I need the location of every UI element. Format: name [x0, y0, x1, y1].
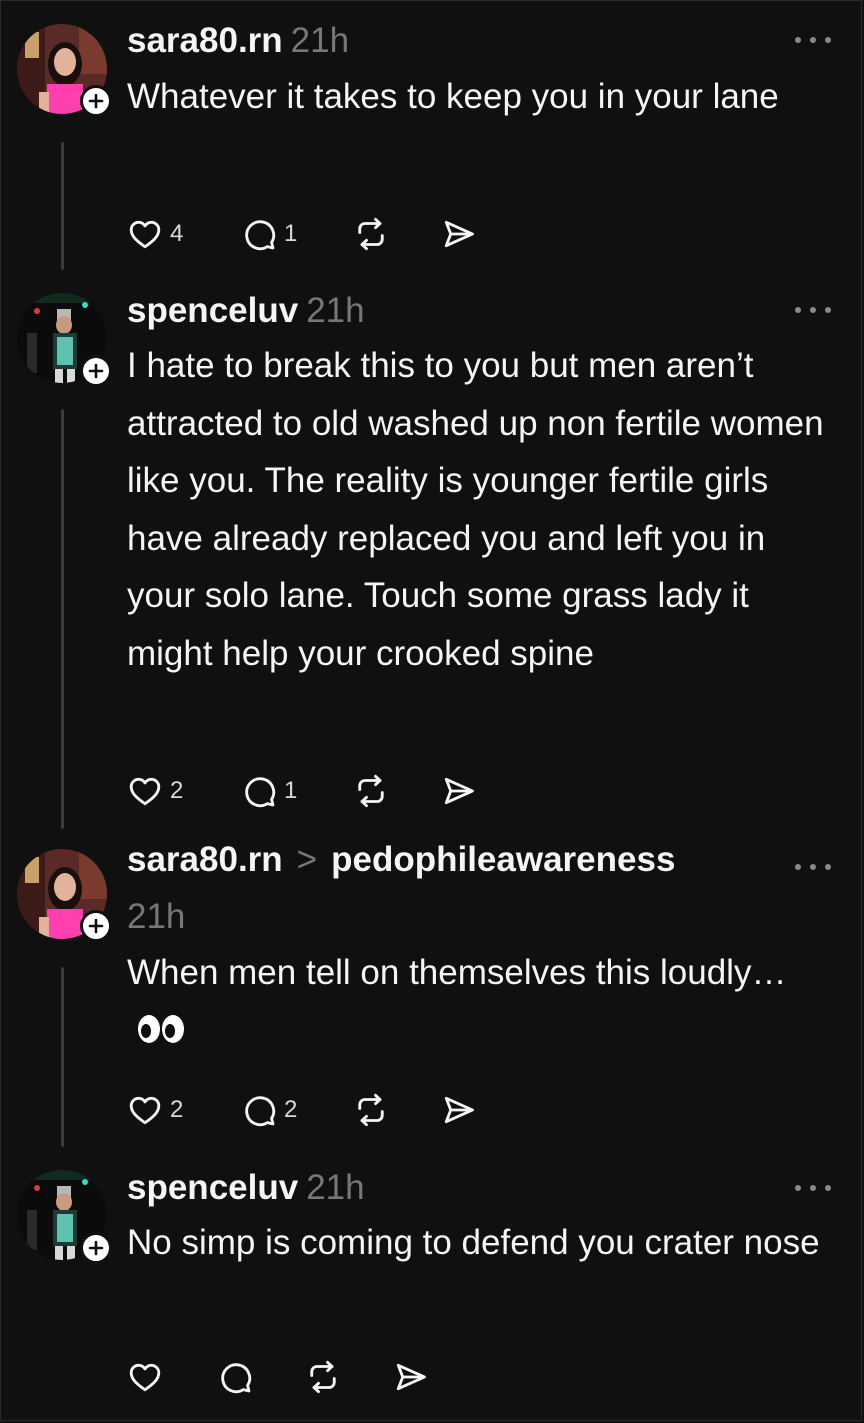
post-text: I hate to break this to you but men aren… [127, 346, 824, 673]
more-options-icon[interactable] [795, 1182, 831, 1194]
comment-icon [245, 220, 276, 251]
like-count: 4 [170, 220, 184, 247]
more-options-icon[interactable] [795, 304, 831, 316]
repost-button[interactable] [304, 1357, 342, 1397]
more-options-icon[interactable] [795, 861, 831, 873]
more-options-icon[interactable] [795, 34, 831, 46]
plus-icon [88, 363, 104, 379]
post-text: Whatever it takes to keep you in your la… [127, 77, 779, 116]
repost-icon [358, 774, 384, 808]
reply-button[interactable]: 1 [240, 214, 297, 254]
plus-icon [88, 1240, 104, 1256]
repost-icon [358, 1093, 384, 1127]
send-icon [444, 777, 474, 805]
like-button[interactable]: 2 [126, 771, 183, 811]
post-text: No simp is coming to defend you crater n… [127, 1223, 820, 1262]
eyes-emoji-icon [137, 1004, 185, 1062]
follow-button[interactable] [80, 85, 112, 117]
username[interactable]: sara80.rn [127, 840, 283, 879]
repost-icon [358, 217, 384, 251]
reply-count: 1 [284, 777, 298, 804]
reply-chevron: > [296, 840, 318, 879]
post-text: When men tell on themselves this loudly… [127, 944, 827, 1061]
reply-to-username[interactable]: pedophileawareness [331, 840, 675, 879]
share-button[interactable] [440, 771, 478, 811]
follow-button[interactable] [80, 355, 112, 387]
comment-icon [245, 1096, 276, 1127]
plus-icon [88, 93, 104, 109]
reply-button[interactable] [216, 1357, 254, 1397]
share-button[interactable] [440, 214, 478, 254]
send-icon [444, 1096, 474, 1124]
send-icon [444, 220, 474, 248]
reply-count: 2 [284, 1096, 298, 1123]
reply-count: 1 [284, 220, 298, 247]
comment-icon [221, 1363, 252, 1394]
post-header: sara80.rn 21h [127, 19, 349, 63]
heart-icon [129, 777, 161, 806]
timestamp: 21h [127, 897, 186, 936]
follow-button[interactable] [80, 910, 112, 942]
heart-icon [129, 1363, 161, 1392]
repost-button[interactable] [352, 1090, 390, 1130]
post-header: spenceluv 21h [127, 289, 365, 333]
thread-line [61, 409, 64, 829]
like-count: 2 [170, 777, 184, 804]
follow-button[interactable] [80, 1232, 112, 1264]
post-header: spenceluv 21h [127, 1166, 365, 1210]
heart-icon [129, 1096, 161, 1125]
timestamp: 21h [290, 21, 350, 60]
post-text-content: When men tell on themselves this loudly… [127, 953, 787, 992]
share-button[interactable] [440, 1090, 478, 1130]
thread-line [61, 967, 64, 1147]
timestamp: 21h [306, 291, 365, 330]
like-count: 2 [170, 1096, 184, 1123]
like-button[interactable]: 2 [126, 1090, 183, 1130]
thread-line [61, 142, 64, 270]
share-button[interactable] [392, 1357, 430, 1397]
like-button[interactable]: 4 [126, 214, 183, 254]
username[interactable]: spenceluv [127, 291, 298, 330]
send-icon [396, 1363, 426, 1391]
like-button[interactable] [126, 1357, 164, 1397]
post-header: sara80.rn > pedophileawareness [127, 838, 675, 882]
repost-button[interactable] [352, 771, 390, 811]
reply-button[interactable]: 1 [240, 771, 297, 811]
heart-icon [129, 220, 161, 249]
username[interactable]: spenceluv [127, 1168, 298, 1207]
repost-button[interactable] [352, 214, 390, 254]
timestamp: 21h [306, 1168, 365, 1207]
reply-button[interactable]: 2 [240, 1090, 297, 1130]
plus-icon [88, 918, 104, 934]
repost-icon [310, 1360, 336, 1394]
username[interactable]: sara80.rn [127, 21, 283, 60]
comment-icon [245, 777, 276, 808]
